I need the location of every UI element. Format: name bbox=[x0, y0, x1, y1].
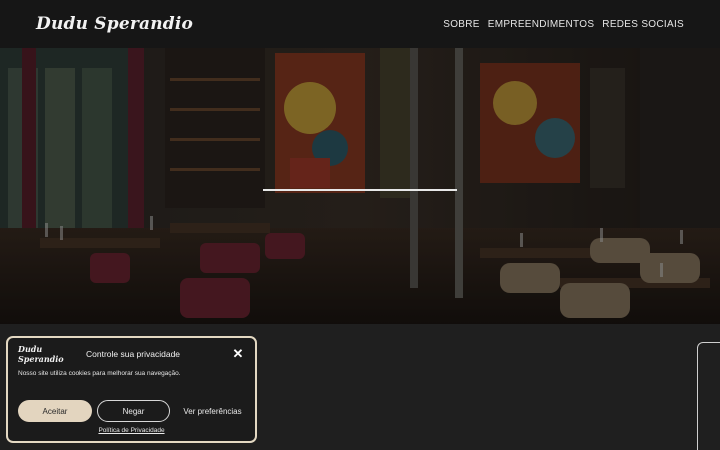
hero-divider bbox=[263, 189, 457, 191]
cookie-message: Nosso site utiliza cookies para melhorar… bbox=[18, 370, 181, 377]
close-icon[interactable]: ✕ bbox=[231, 347, 245, 361]
site-header: Dudu Sperandio SOBRE EMPREENDIMENTOS RED… bbox=[0, 0, 720, 48]
hero-image bbox=[0, 48, 720, 324]
cookie-header: Dudu Sperandio Controle sua privacidade … bbox=[18, 344, 249, 364]
privacy-policy-link[interactable]: Política de Privacidade bbox=[8, 427, 255, 434]
cookie-consent-banner: Dudu Sperandio Controle sua privacidade … bbox=[6, 336, 257, 443]
restaurant-interior-photo bbox=[0, 48, 720, 324]
main-nav: SOBRE EMPREENDIMENTOS REDES SOCIAIS bbox=[443, 19, 684, 30]
nav-link-redes-sociais[interactable]: REDES SOCIAIS bbox=[602, 19, 684, 30]
deny-button[interactable]: Negar bbox=[97, 400, 170, 422]
cookie-buttons: Aceitar Negar Ver preferências bbox=[18, 400, 249, 422]
site-logo[interactable]: Dudu Sperandio bbox=[36, 14, 193, 34]
nav-link-empreendimentos[interactable]: EMPREENDIMENTOS bbox=[488, 19, 595, 30]
nav-link-sobre[interactable]: SOBRE bbox=[443, 19, 480, 30]
cookie-title: Controle sua privacidade bbox=[86, 349, 181, 359]
accept-button[interactable]: Aceitar bbox=[18, 400, 92, 422]
preferences-button[interactable]: Ver preferências bbox=[176, 400, 249, 422]
page: Dudu Sperandio SOBRE EMPREENDIMENTOS RED… bbox=[0, 0, 720, 450]
cookie-logo: Dudu Sperandio bbox=[18, 344, 64, 364]
side-card[interactable] bbox=[697, 342, 720, 450]
